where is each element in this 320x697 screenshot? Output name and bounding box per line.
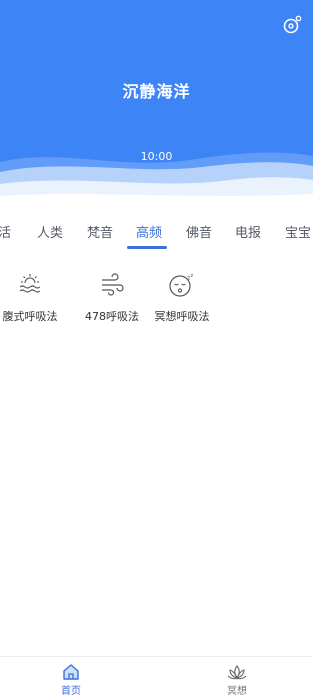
tab-baby[interactable]: 宝宝: [285, 222, 311, 241]
active-tab-indicator: [127, 246, 167, 249]
category-tabs: 活 人类 梵音 高频 佛音 电报 宝宝: [0, 222, 313, 252]
nav-home[interactable]: 首页: [41, 663, 101, 697]
home-icon: [63, 664, 79, 680]
exercise-label: 冥想呼吸法: [154, 310, 210, 323]
tab-human[interactable]: 人类: [37, 222, 63, 241]
timer-display: 10:00: [140, 150, 173, 163]
tab-buddhist[interactable]: 佛音: [186, 222, 212, 241]
nav-meditation[interactable]: 冥想: [207, 663, 267, 697]
exercise-list: 腹式呼吸法 478呼吸法 z z 冥想呼吸法: [0, 272, 313, 332]
sunrise-waves-icon: [19, 274, 41, 293]
nav-label: 首页: [61, 686, 81, 697]
nav-label: 冥想: [227, 686, 247, 697]
hero-header: 沉静海洋 10:00: [0, 0, 313, 200]
exercise-meditation-breathing[interactable]: z z 冥想呼吸法: [137, 272, 227, 324]
lotus-icon: [227, 665, 247, 680]
tab-activity[interactable]: 活: [0, 222, 11, 241]
tab-telegram[interactable]: 电报: [235, 222, 261, 241]
bottom-nav: 首页 冥想: [0, 656, 313, 697]
page-title: 沉静海洋: [122, 82, 191, 101]
exercise-label: 腹式呼吸法: [2, 310, 58, 323]
app-screen: 沉静海洋 10:00 活 人类 梵音 高频 佛音 电报 宝宝 腹式呼吸法 478…: [0, 0, 313, 697]
cycle-settings-icon[interactable]: [281, 14, 303, 36]
tab-high-frequency[interactable]: 高频: [136, 222, 162, 241]
wave-decoration: [0, 152, 313, 200]
exercise-abdominal-breathing[interactable]: 腹式呼吸法: [0, 272, 75, 324]
svg-text:z: z: [191, 273, 194, 279]
sleeping-face-icon: z z: [169, 273, 194, 297]
tab-sanskrit[interactable]: 梵音: [87, 222, 113, 241]
wind-icon: [102, 273, 124, 296]
